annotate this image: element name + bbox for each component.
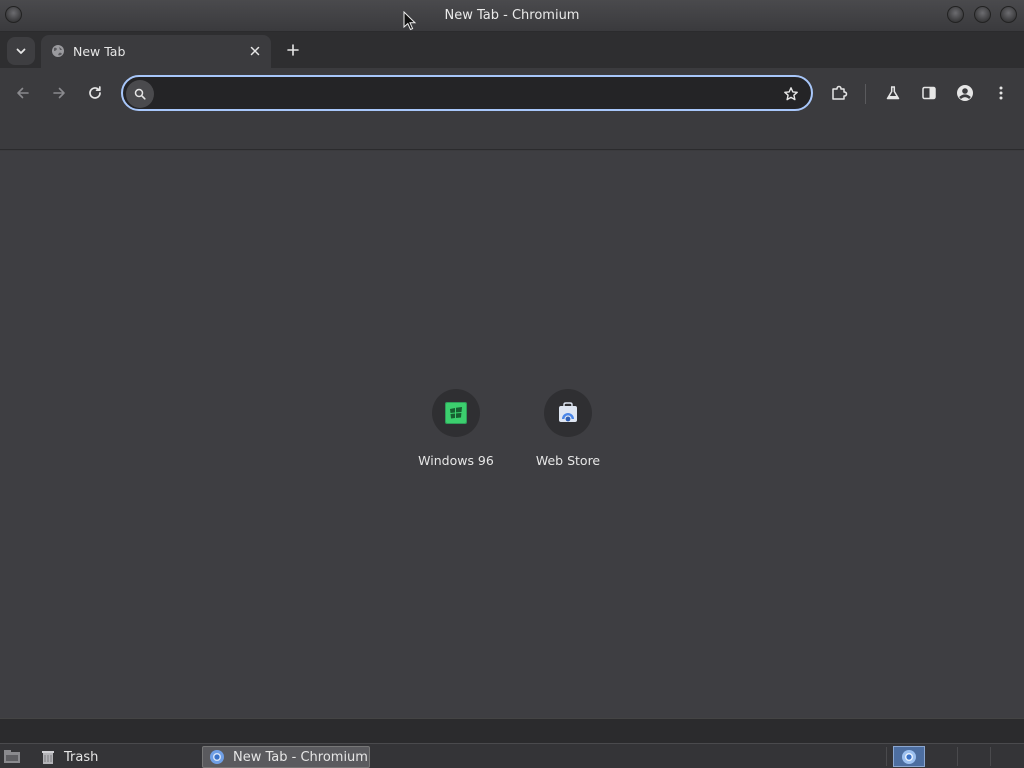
person-icon [957, 85, 973, 101]
bookmarks-bar [0, 118, 1024, 150]
plus-icon [287, 44, 299, 56]
tray-divider [886, 747, 887, 766]
search-icon [134, 88, 146, 100]
arrow-right-icon [53, 87, 65, 99]
minimize-button[interactable] [947, 6, 964, 23]
shortcut-label: Web Store [535, 453, 601, 468]
trash-icon [42, 751, 54, 764]
taskbar-item-trash[interactable]: Trash [34, 746, 194, 768]
side-panel-icon [922, 86, 936, 100]
chromium-tray-icon [902, 749, 916, 764]
globe-icon [52, 45, 64, 57]
labs-button[interactable] [880, 80, 906, 106]
chromium-icon [210, 750, 224, 764]
tray-divider [990, 747, 991, 766]
taskbar-row: Trash New Tab - Chromium [0, 743, 1024, 768]
mouse-cursor-icon [403, 11, 417, 31]
tab-title: New Tab [73, 44, 126, 59]
reload-icon [89, 86, 101, 99]
window-title: New Tab - Chromium [444, 8, 580, 23]
profile-button[interactable] [952, 80, 978, 106]
address-bar[interactable] [121, 75, 813, 111]
address-input[interactable] [161, 83, 761, 105]
tab-new-tab[interactable]: New Tab [41, 35, 271, 68]
shortcut-web-store[interactable]: Web Store [512, 389, 624, 479]
bookmark-star-button[interactable] [779, 82, 803, 106]
maximize-button[interactable] [974, 6, 991, 23]
new-tab-page: Windows 96 Web Store [0, 151, 1024, 718]
close-window-button[interactable] [1000, 6, 1017, 23]
kebab-menu-icon [999, 86, 1003, 100]
star-icon [784, 87, 798, 101]
show-desktop-button[interactable] [0, 746, 26, 768]
reload-button[interactable] [82, 80, 108, 106]
puzzle-icon [832, 85, 848, 100]
tab-close-button[interactable] [246, 42, 264, 60]
arrow-left-icon [17, 87, 29, 99]
desktop-icon [4, 750, 20, 763]
web-store-icon [559, 402, 577, 422]
taskbar-item-label: New Tab - Chromium [233, 749, 368, 765]
taskbar-upper-strip [0, 718, 1024, 743]
new-tab-button[interactable] [282, 39, 304, 61]
desktop-taskbar: Trash New Tab - Chromium [0, 718, 1024, 768]
forward-button[interactable] [46, 80, 72, 106]
browser-window: New Tab - Chromium New Tab Windows 96 We… [0, 0, 1024, 718]
omnibox-search-badge [126, 80, 154, 108]
taskbar-item-label: Trash [64, 749, 99, 765]
window-titlebar[interactable]: New Tab - Chromium [0, 0, 1024, 32]
extensions-button[interactable] [826, 80, 852, 106]
shortcut-label: Windows 96 [418, 453, 494, 468]
tab-search-button[interactable] [7, 37, 35, 65]
menu-button[interactable] [988, 80, 1014, 106]
shortcut-tile [432, 389, 480, 437]
tray-chromium-button[interactable] [893, 746, 925, 767]
toolbar-divider [865, 84, 866, 104]
tray-divider [957, 747, 958, 766]
shortcut-windows-96[interactable]: Windows 96 [400, 389, 512, 479]
back-button[interactable] [10, 80, 36, 106]
browser-toolbar [0, 68, 1024, 118]
chevron-down-icon [16, 48, 26, 54]
tab-strip: New Tab [0, 32, 1024, 68]
windows96-icon [445, 402, 467, 424]
side-panel-button[interactable] [916, 80, 942, 106]
shortcut-tile [544, 389, 592, 437]
close-icon [250, 46, 260, 56]
taskbar-item-chromium[interactable]: New Tab - Chromium [202, 746, 370, 768]
flask-icon [886, 86, 900, 100]
